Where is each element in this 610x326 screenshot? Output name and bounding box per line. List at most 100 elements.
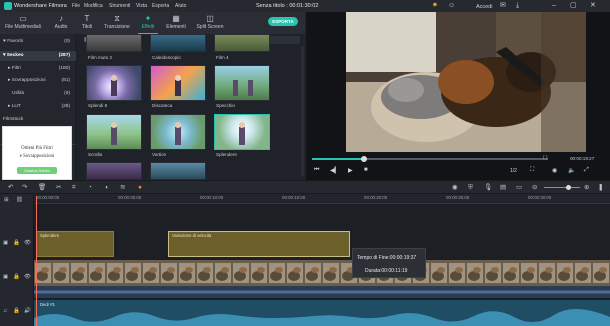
link-icon[interactable]: ⛓	[16, 197, 23, 203]
shield-icon[interactable]: ⛨	[468, 184, 473, 192]
sidebar-item-default[interactable]: ▾ Seckeo (287)	[0, 51, 76, 61]
menu-file[interactable]: File	[72, 3, 80, 9]
delete-icon[interactable]: 🗑	[38, 184, 46, 192]
preview-progress-bar[interactable]	[312, 158, 548, 160]
speed-icon[interactable]: ◔	[88, 184, 92, 192]
mix-icon[interactable]: ▤	[500, 184, 506, 192]
audio-track-icon: ♫	[3, 308, 8, 314]
effect-thumb-film-4[interactable]	[214, 34, 270, 52]
audio-track-clip[interactable]	[34, 300, 610, 326]
effect-thumb-row4-2[interactable]	[150, 162, 206, 180]
tab-media[interactable]: ▭ File Multimediali	[2, 14, 44, 30]
effect-thumb-image	[239, 122, 245, 145]
minimize-icon[interactable]: –	[552, 2, 556, 10]
render-icon[interactable]: ◉	[452, 184, 458, 192]
lock-icon[interactable]: 🔒	[13, 308, 20, 314]
crop-icon[interactable]: ⌗	[72, 184, 76, 192]
video-frame	[346, 12, 586, 152]
redo-icon[interactable]: ↷	[22, 184, 27, 192]
play-icon[interactable]: ▶	[348, 167, 353, 174]
zoom-in-icon[interactable]: ⊕	[584, 184, 589, 192]
effect-label: Splendere	[216, 152, 237, 157]
music-icon: ♪	[59, 14, 63, 23]
export-button[interactable]: ESPORTA	[268, 17, 298, 26]
cut-icon[interactable]: ✂	[56, 184, 61, 192]
zoom-out-icon[interactable]: ⊖	[532, 184, 537, 192]
undo-icon[interactable]: ↶	[8, 184, 13, 192]
zoom-slider-handle[interactable]	[566, 185, 571, 190]
mute-icon[interactable]: 🔊	[24, 308, 31, 314]
track-headers: ⊞ ⛓ ▣ 🔒 👁 ▣ 🔒 👁 ♫ 🔒 🔊	[0, 194, 34, 326]
tab-split-screen[interactable]: ◫ Split Screen	[192, 14, 228, 30]
lock-icon[interactable]: 🔒	[13, 274, 20, 280]
zoom-slider[interactable]	[544, 187, 580, 188]
marker-icon[interactable]: ▭	[516, 184, 522, 192]
effect-label: Caleidoscopio	[152, 55, 181, 60]
stop-icon[interactable]: ■	[364, 167, 368, 173]
promo-banner[interactable]: Ottieni Più Filtri e Sovrapposizioni Sca…	[2, 126, 72, 180]
effect-thumb-film-muto[interactable]	[86, 34, 142, 52]
preview-ratio-select[interactable]: 1/2	[510, 168, 517, 174]
snapshot-icon[interactable]: ◉	[552, 167, 557, 174]
sidebar-item-lut[interactable]: ▸ LUT (28)	[0, 102, 76, 112]
step-back-icon[interactable]: ◀▎	[330, 167, 339, 174]
timeline-playhead[interactable]	[36, 196, 37, 326]
effect-thumb-vortice[interactable]	[150, 114, 206, 150]
audio-wave-icon[interactable]: ≋	[120, 184, 125, 192]
effect-thumb-splendi[interactable]	[86, 65, 142, 101]
lock-icon[interactable]: 🔒	[13, 240, 20, 246]
effect-thumb-splendere[interactable]	[214, 114, 270, 150]
effect-thumb-row4-1[interactable]	[86, 162, 142, 180]
project-title: Senza titolo : 00:01:30:02	[256, 3, 319, 9]
audio-clip-label: Dedr #1	[40, 302, 55, 307]
expand-icon[interactable]: ⤢	[584, 167, 589, 174]
maximize-icon[interactable]: ▢	[570, 2, 577, 10]
mark-in-out-icon[interactable]: { }	[543, 155, 548, 161]
pause-icon[interactable]: ❚	[598, 184, 603, 192]
effect-thumb-discoteca[interactable]	[150, 65, 206, 101]
effect-label: Vortice	[152, 152, 167, 157]
effects-scrollbar[interactable]	[301, 46, 304, 176]
record-icon[interactable]: ●	[138, 184, 142, 192]
preview-timecode: 00:00:19:27	[570, 156, 595, 161]
menu-vista[interactable]: Vista	[136, 3, 147, 9]
media-tabs: ▭ File Multimediali ♪ Audio T Titoli ⧖ Trans…	[0, 12, 305, 35]
tab-elements[interactable]: ▦ Elementi	[162, 14, 190, 30]
progress-handle[interactable]	[360, 156, 367, 162]
effect-thumb-specchio[interactable]	[214, 65, 270, 101]
sidebar-item-utility[interactable]: Utilità (9)	[0, 89, 76, 99]
sidebar-item-filters[interactable]: ▸ Filtri (180)	[0, 64, 76, 74]
skip-back-icon[interactable]: ⏮	[314, 167, 319, 174]
add-track-icon[interactable]: ⊞	[4, 197, 9, 203]
user-icon[interactable]: ☺	[448, 2, 455, 10]
promo-download-button[interactable]: Scarica Subito	[17, 167, 57, 174]
visibility-icon[interactable]: 👁	[24, 240, 31, 246]
volume-icon[interactable]: 🔈	[568, 167, 575, 174]
tab-transitions[interactable]: ⧖ Transizione	[100, 14, 134, 30]
login-link[interactable]: Accedi	[476, 3, 493, 11]
download-icon[interactable]: ⤓	[516, 2, 519, 10]
sidebar-item-favorites[interactable]: ♥ Favoriti (0)	[0, 37, 76, 47]
menu-aiuto[interactable]: Aiuto	[175, 3, 186, 9]
tab-audio[interactable]: ♪ Audio	[48, 14, 74, 30]
video-track-clip[interactable]	[34, 260, 610, 286]
color-icon[interactable]: ◑	[104, 184, 108, 192]
progress-fill	[312, 158, 364, 160]
mail-icon[interactable]: ✉	[500, 2, 506, 10]
ruler-time: 00:00:25:00	[446, 195, 470, 200]
tab-effects[interactable]: ✦ Effetti	[134, 14, 162, 35]
menu-modifica[interactable]: Modifica	[84, 3, 103, 9]
menu-esporta[interactable]: Esporta	[152, 3, 169, 9]
effect-thumb-caleidoscopio[interactable]	[150, 34, 206, 52]
ruler-time: 00:00:05:00	[118, 195, 142, 200]
close-icon[interactable]: ✕	[590, 2, 596, 10]
menu-strumenti[interactable]: Strumenti	[109, 3, 130, 9]
fullscreen-icon[interactable]: ⛶	[530, 167, 534, 174]
light-bulb-icon[interactable]: ✷	[432, 2, 438, 10]
tab-titles[interactable]: T Titoli	[74, 14, 100, 30]
sidebar-item-overlays[interactable]: ▸ Sovrapposizioni (81)	[0, 76, 76, 86]
effect-thumb-scrolla[interactable]	[86, 114, 142, 150]
visibility-icon[interactable]: 👁	[24, 274, 31, 280]
timeline-ruler[interactable]: 00:00:00:00 00:00:05:00 00:00:10:00 00:0…	[34, 194, 610, 204]
mic-icon[interactable]: 🎙	[484, 184, 492, 192]
